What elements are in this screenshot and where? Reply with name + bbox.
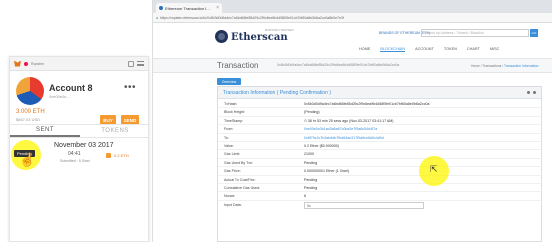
page-subheader: Transaction 0x5b3d0d9a4ec7a6bd66fe85d29c…: [153, 59, 552, 73]
etherscan-brand[interactable]: Etherscan: [231, 32, 288, 43]
table-row: Actual Tx Cost/Fee: Pending: [218, 176, 543, 184]
row-value: 0.000000001 Ether (1 Gwei): [304, 169, 350, 174]
input-data-field[interactable]: 0x: [304, 201, 424, 209]
tx-time: 04:41: [68, 151, 81, 157]
tx-date: November 03 2017: [54, 142, 114, 149]
row-value: ⏱ 38 hr 53 min 25 secs ago (Nov-03-2017 …: [304, 118, 394, 123]
page-title: Transaction: [217, 61, 259, 70]
account-address[interactable]: 0xe00e0c...: [49, 94, 70, 99]
tab-sent[interactable]: SENT: [10, 125, 80, 137]
search-button[interactable]: GO: [530, 29, 538, 37]
browser-tab-title: Ethereum Transaction I...: [165, 5, 210, 11]
network-label: ROPSTEN TESTNET: [265, 28, 294, 32]
table-row: Block Height: (Pending): [218, 108, 543, 117]
transaction-rows: TxHash: 0x5b3d0d9a4ec7a6bd66fe85d29c2f9c6…: [218, 100, 543, 212]
nav-misc[interactable]: MISC: [490, 47, 500, 52]
table-row: Gas Limit: 21000: [218, 150, 543, 159]
expand-icon[interactable]: [128, 60, 134, 67]
secure-lock-icon: ●: [156, 15, 159, 20]
row-label: To:: [224, 135, 229, 140]
tab-tokens[interactable]: TOKENS: [80, 125, 148, 137]
account-options-icon[interactable]: •••: [124, 82, 136, 93]
row-label: TxHash:: [224, 102, 238, 106]
nav-home[interactable]: HOME: [359, 47, 370, 52]
main-nav: HOME BLOCKCHAIN ACCOUNT TOKEN CHART MISC: [359, 47, 499, 52]
row-value: 6: [304, 194, 306, 199]
panel-tools: [527, 91, 536, 94]
row-label: Gas Price:: [224, 169, 241, 174]
table-row: Input Data: 0x: [218, 201, 543, 212]
row-value: 21000: [304, 152, 314, 157]
panel-title: Transaction Information ( Pending Confir…: [223, 89, 331, 96]
etherscan-logo-icon[interactable]: [215, 30, 228, 43]
row-value: Pending: [304, 185, 318, 190]
search-input[interactable]: Search by Address / Txhash / BlockNo: [421, 29, 529, 37]
row-value: Pending: [304, 177, 318, 182]
to-address-link[interactable]: 0x6f79c2c7b3ab4db7fba54ac317f0a5ce6d0c4d…: [304, 136, 384, 140]
hand-cursor-icon: ☝: [19, 152, 36, 167]
nav-account[interactable]: ACCOUNT: [415, 47, 434, 52]
breadcrumb-transactions[interactable]: Transactions: [483, 64, 502, 68]
panel-header: Transaction Information ( Pending Confir…: [218, 87, 541, 99]
nav-token[interactable]: TOKEN: [444, 47, 457, 52]
pointer-cursor-icon: ⇱: [430, 164, 438, 174]
row-label: Actual Tx Cost/Fee:: [224, 177, 256, 182]
transaction-panel: Transaction Information ( Pending Confir…: [217, 86, 543, 242]
row-label: Gas Used By Txn:: [224, 160, 254, 165]
row-value: 0x5b3d0d9a4ec7a6bd66fe85d29c2f9c6ea9b4d5…: [304, 102, 430, 106]
table-row: Value: 0.2 Ether ($0.000000): [218, 142, 543, 151]
row-value: 0.2 Ether ($0.000000): [304, 143, 339, 148]
close-tab-icon[interactable]: ×: [216, 5, 219, 11]
table-row: TimeStamp: ⏱ 38 hr 53 min 25 secs ago (No…: [218, 117, 543, 126]
row-label: TimeStamp:: [224, 118, 244, 123]
account-avatar[interactable]: [16, 77, 44, 105]
balance-eth: 3.000 ETH: [16, 109, 45, 115]
network-selector[interactable]: Ropsten: [31, 62, 44, 66]
metamask-fox-icon: [14, 60, 21, 67]
tx-amount: 0.2 ETH: [114, 153, 129, 158]
table-row: From: 0xe00e0c0b1ad3a6a67c0ba3e7f5a6c54d4…: [218, 125, 543, 134]
row-value: (Pending): [304, 110, 320, 115]
breadcrumb-current: Transaction Information: [503, 64, 539, 68]
row-label: Nonce:: [224, 194, 236, 199]
breadcrumb-home[interactable]: Home: [471, 64, 480, 68]
table-row: Nonce: 6: [218, 192, 543, 201]
breadcrumb: Home / Transactions / Transaction Inform…: [471, 64, 539, 68]
nav-blockchain[interactable]: BLOCKCHAIN: [380, 47, 406, 52]
table-row: To: 0x6f79c2c7b3ab4db7fba54ac317f0a5ce6d0…: [218, 134, 543, 142]
table-row: Gas Price: 0.000000001 Ether (1 Gwei): [218, 167, 543, 176]
nav-chart[interactable]: CHART: [467, 47, 480, 52]
balance-usd: $867.03 USD: [16, 117, 41, 122]
row-label: Block Height:: [224, 110, 246, 115]
panel-tool-icon[interactable]: [527, 91, 530, 94]
eth-icon: [106, 153, 111, 158]
account-name: Account 8: [49, 83, 93, 93]
panel-tool-icon[interactable]: [533, 91, 536, 94]
row-value: Pending: [304, 160, 318, 165]
network-status-icon: [24, 61, 28, 66]
account-section: Account 8 0xe00e0c... ••• 3.000 ETH $867…: [10, 71, 148, 125]
table-row: Cumulative Gas Used: Pending: [218, 184, 543, 193]
metamask-topbar: Ropsten: [10, 57, 148, 71]
browser-tabbar: Ethereum Transaction I... ×: [153, 0, 552, 13]
from-address-link[interactable]: 0xe00e0c0b1ad3a6a67c0ba3e7f5a6c54d4f7a: [304, 127, 377, 131]
address-url: https://ropsten.etherscan.io/tx/0x5b3d0d…: [160, 15, 344, 20]
etherscan-header: Etherscan ROPSTEN TESTNET BRANDS OF ETHE…: [153, 23, 552, 59]
row-label: Value:: [224, 143, 234, 148]
table-row: Gas Used By Txn: Pending: [218, 159, 543, 168]
table-row: TxHash: 0x5b3d0d9a4ec7a6bd66fe85d29c2f9c6…: [218, 100, 543, 109]
address-bar[interactable]: ● https://ropsten.etherscan.io/tx/0x5b3d…: [153, 13, 552, 23]
tx-status: Submitted · 5 Gwei: [60, 159, 90, 163]
browser-tab[interactable]: Ethereum Transaction I... ×: [156, 3, 222, 13]
row-label: Gas Limit:: [224, 152, 241, 157]
metamask-tabs: SENT TOKENS: [10, 124, 148, 138]
etherscan-favicon-icon: [159, 6, 163, 10]
row-label: From:: [224, 127, 234, 132]
page-hash: 0x5b3d0d9a4ec7a6bd66fe85d29c2f9c6ea9b4d5…: [277, 63, 400, 67]
browser-window: Ethereum Transaction I... × ● https://ro…: [152, 0, 552, 242]
tab-overview[interactable]: Overview: [217, 78, 241, 85]
hamburger-menu-icon[interactable]: [137, 61, 144, 66]
row-label: Cumulative Gas Used:: [224, 185, 260, 190]
row-label: Input Data:: [224, 202, 242, 207]
